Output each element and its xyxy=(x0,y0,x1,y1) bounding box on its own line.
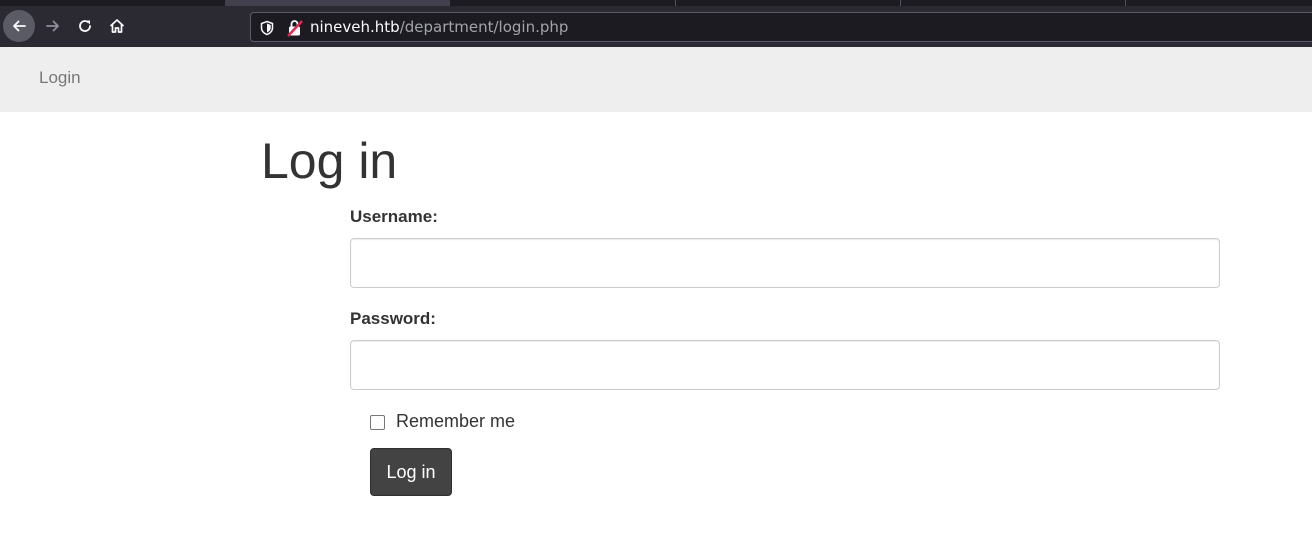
insecure-lock-icon[interactable] xyxy=(287,19,303,37)
forward-button[interactable] xyxy=(37,10,69,42)
address-bar[interactable]: nineveh.htb/department/login.php xyxy=(250,12,1312,42)
tab-separator xyxy=(675,0,676,6)
page-title: Log in xyxy=(261,133,398,189)
tab-active[interactable] xyxy=(225,0,450,6)
browser-toolbar: nineveh.htb/department/login.php xyxy=(0,0,1312,47)
home-icon xyxy=(109,19,125,33)
home-button[interactable] xyxy=(101,10,133,42)
url-text[interactable]: nineveh.htb/department/login.php xyxy=(310,19,568,36)
username-input[interactable] xyxy=(350,238,1220,288)
password-label: Password: xyxy=(350,309,436,328)
reload-button[interactable] xyxy=(69,10,101,42)
remember-me-label[interactable]: Remember me xyxy=(396,411,515,431)
arrow-left-icon xyxy=(13,20,26,32)
arrow-right-icon xyxy=(46,20,59,32)
login-submit-button[interactable]: Log in xyxy=(370,448,452,496)
tab-separator xyxy=(1125,0,1126,6)
site-navbar: Login xyxy=(0,47,1312,112)
tab-separator xyxy=(900,0,901,6)
reload-icon xyxy=(79,20,91,32)
url-path: /department/login.php xyxy=(399,18,569,36)
remember-me-checkbox[interactable] xyxy=(370,415,385,430)
navbar-login-link[interactable]: Login xyxy=(39,68,81,88)
back-button[interactable] xyxy=(3,10,35,42)
username-label: Username: xyxy=(350,207,438,226)
shield-icon[interactable] xyxy=(260,20,274,36)
password-input[interactable] xyxy=(350,340,1220,390)
tab-strip xyxy=(0,0,1312,6)
url-host: nineveh.htb xyxy=(310,18,400,36)
